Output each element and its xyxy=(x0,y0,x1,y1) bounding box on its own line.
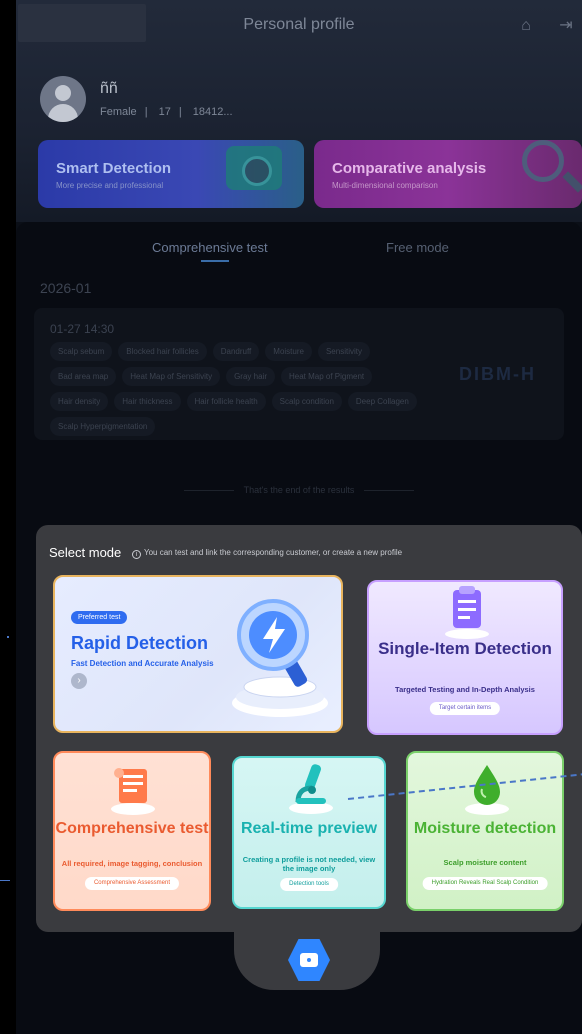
single-item-detection-title: Single-Item Detection xyxy=(378,639,552,658)
profile-header: Personal profile ⌂ ⇥ ññ Female | 17 | 1841… xyxy=(16,0,582,222)
select-mode-modal: Select mode i You can test and link the c… xyxy=(36,525,582,932)
comprehensive-test-card[interactable]: Comprehensive test All required, image t… xyxy=(53,751,211,911)
record-tag: Scalp sebum xyxy=(50,342,113,361)
logout-icon[interactable]: ⇥ xyxy=(556,16,576,36)
page-title: Personal profile xyxy=(243,16,355,33)
record-time: 01-27 14:30 xyxy=(50,322,115,336)
modal-hint: i You can test and link the corresponding… xyxy=(132,548,402,559)
preferred-test-badge: Preferred test xyxy=(71,611,128,624)
device-watermark: DIBM-H xyxy=(459,364,536,384)
record-card[interactable]: 01-27 14:30 Scalp sebum Blocked hair fol… xyxy=(34,308,564,440)
real-time-preview-card[interactable]: Real-time preview Creating a profile is … xyxy=(232,756,386,909)
modal-title: Select mode xyxy=(49,545,122,560)
comparative-analysis-card[interactable]: Comparative analysis Multi-dimensional c… xyxy=(314,140,582,208)
checklist-icon xyxy=(111,768,155,815)
rapid-detection-title: Rapid Detection xyxy=(71,633,209,653)
comparative-analysis-subtitle: Multi-dimensional comparison xyxy=(332,181,438,190)
rapid-detection-subtitle: Fast Detection and Accurate Analysis xyxy=(71,659,214,668)
lightning-magnifier-icon xyxy=(232,599,328,717)
guide-dot xyxy=(7,636,9,638)
user-meta: Female | 17 | 18412... xyxy=(100,106,233,118)
single-item-detection-subtitle: Targeted Testing and In-Depth Analysis xyxy=(395,685,535,694)
month-header: 2026-01 xyxy=(40,280,92,296)
moisture-detection-subtitle: Scalp moisture content xyxy=(443,858,527,867)
clipboard-icon xyxy=(445,586,489,639)
target-items-button[interactable]: Target certain items xyxy=(429,702,501,716)
record-tag: Deep Collagen xyxy=(347,392,417,411)
info-icon: i xyxy=(132,550,141,559)
single-item-detection-card[interactable]: Single-Item Detection Targeted Testing a… xyxy=(367,580,563,735)
record-tag: Sensitivity xyxy=(317,342,370,361)
record-tags: Scalp sebum Blocked hair follicles Dandr… xyxy=(50,342,420,436)
chevron-right-icon[interactable]: › xyxy=(71,673,87,689)
comprehensive-test-subtitle: All required, image tagging, conclusion xyxy=(61,859,203,868)
moisture-detection-card[interactable]: Moisture detection Scalp moisture conten… xyxy=(406,751,564,911)
modal-hint-text: You can test and link the corresponding … xyxy=(144,548,403,557)
comprehensive-test-title: Comprehensive test xyxy=(55,820,209,837)
record-tag: Heat Map of Pigment xyxy=(280,367,373,386)
record-tag: Scalp condition xyxy=(271,392,342,411)
smart-detection-card[interactable]: Smart Detection More precise and profess… xyxy=(38,140,304,208)
user-age: 17 xyxy=(158,106,171,118)
moisture-detection-title: Moisture detection xyxy=(413,820,557,837)
end-of-results: That's the end of the results xyxy=(16,485,582,495)
magnifier-illustration-icon xyxy=(522,140,564,182)
home-icon[interactable]: ⌂ xyxy=(516,16,536,36)
guide-line xyxy=(0,880,10,881)
record-tag: Hair thickness xyxy=(114,392,181,411)
record-tag: Moisture xyxy=(265,342,312,361)
user-gender: Female xyxy=(100,106,137,118)
record-tag: Heat Map of Sensitivity xyxy=(122,367,221,386)
user-phone: 18412... xyxy=(192,106,233,118)
avatar[interactable] xyxy=(40,76,86,122)
record-tag: Bad area map xyxy=(50,367,117,386)
record-tag: Dandruff xyxy=(212,342,260,361)
rapid-detection-card[interactable]: Preferred test Rapid Detection Fast Dete… xyxy=(53,575,343,733)
tab-underline xyxy=(201,260,229,262)
tab-free-mode[interactable]: Free mode xyxy=(386,240,449,255)
water-drop-icon xyxy=(465,765,509,815)
record-tag: Hair follicle health xyxy=(186,392,266,411)
comprehensive-assessment-button[interactable]: Comprehensive Assessment xyxy=(84,877,180,891)
hydration-button[interactable]: Hydration Reveals Real Scalp Condition xyxy=(422,877,548,891)
record-tag: Blocked hair follicles xyxy=(118,342,207,361)
real-time-preview-subtitle: Creating a profile is not needed, view t… xyxy=(242,855,376,873)
record-tag: Scalp Hyperpigmentation xyxy=(50,417,156,436)
record-tag: Hair density xyxy=(50,392,109,411)
microscope-icon xyxy=(289,764,333,814)
real-time-preview-title: Real-time preview xyxy=(240,820,378,837)
record-tag: Gray hair xyxy=(226,367,275,386)
tab-comprehensive-test[interactable]: Comprehensive test xyxy=(152,240,268,255)
user-name: ññ xyxy=(100,80,118,97)
camera-illustration-icon xyxy=(226,146,282,190)
detection-tools-button[interactable]: Detection tools xyxy=(280,878,338,892)
